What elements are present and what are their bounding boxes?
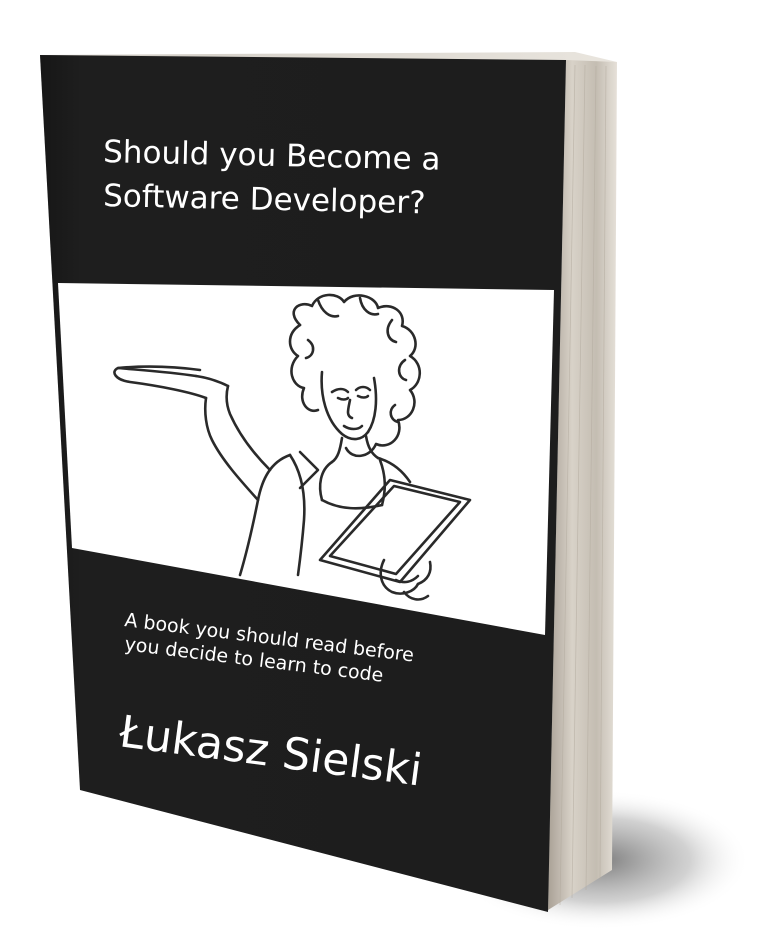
title-line-1: Should you Become a	[103, 134, 441, 178]
book-3d-render: Should you Become a Software Developer? …	[40, 52, 750, 930]
title-line-2: Software Developer?	[103, 178, 426, 221]
book-mockup: Should you Become a Software Developer? …	[0, 0, 760, 945]
